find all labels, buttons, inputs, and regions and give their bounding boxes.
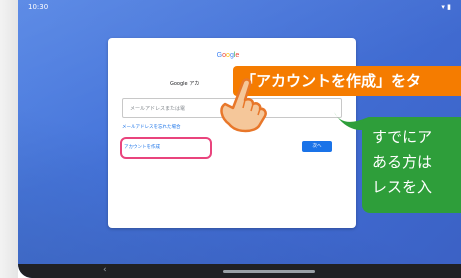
back-icon[interactable]: ‹ — [103, 265, 107, 275]
forgot-email-link[interactable]: メールアドレスを忘れた場合 — [122, 124, 181, 130]
signin-heading: Google アカ — [170, 81, 200, 87]
create-account-highlight — [120, 137, 212, 159]
callout-line-2: ある方は — [372, 153, 433, 171]
tablet-device: 10:30 ▾ ▮ ‹ Google Google アカ メールアドレスまたは電… — [0, 0, 461, 278]
home-handle[interactable] — [223, 270, 315, 273]
next-button[interactable]: 次へ — [302, 141, 332, 152]
callout-line-3: レスを入 — [372, 178, 433, 196]
status-icons: ▾ ▮ — [441, 3, 451, 11]
pointing-hand-icon — [220, 78, 267, 133]
status-time: 10:30 — [28, 3, 49, 11]
device-bezel — [0, 0, 18, 278]
status-bar: 10:30 ▾ ▮ — [18, 0, 461, 14]
instruction-callout-green: すでにア ある方は レスを入 — [362, 117, 461, 213]
navigation-bar: ‹ — [18, 264, 461, 278]
email-placeholder: メールアドレスまたは電 — [130, 106, 186, 112]
google-logo: Google — [216, 52, 240, 59]
callout-tail — [334, 112, 366, 130]
callout-line-1: すでにア — [372, 128, 433, 146]
